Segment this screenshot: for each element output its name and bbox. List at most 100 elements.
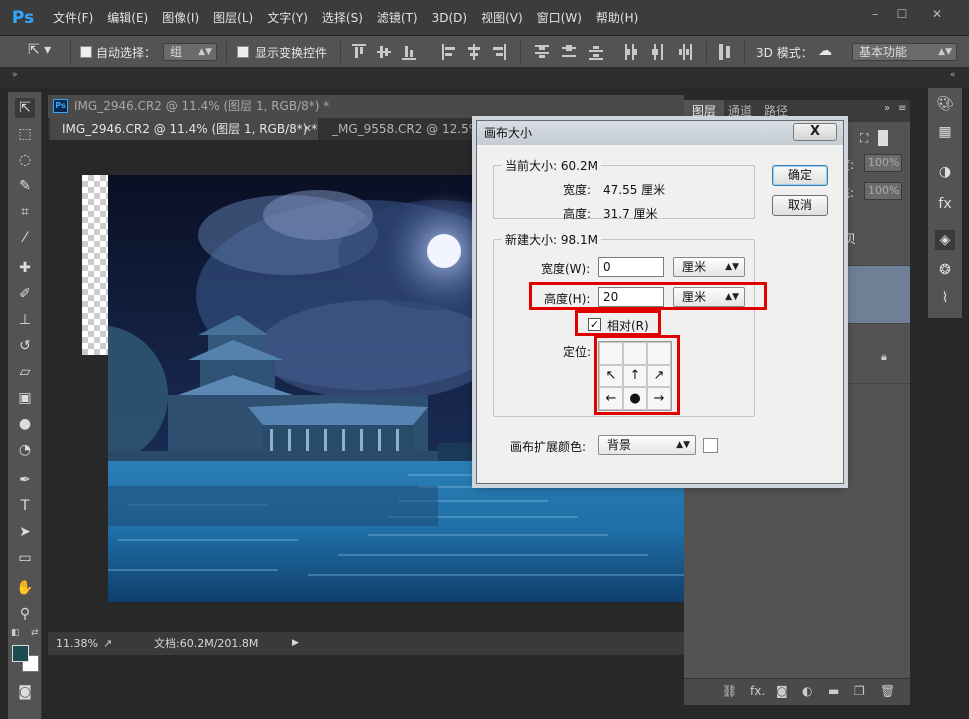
menu-3d[interactable]: 3D(D) — [425, 0, 474, 36]
workspace-dropdown[interactable]: 基本功能 ▲▼ — [852, 43, 957, 61]
auto-select-checkbox[interactable] — [80, 46, 92, 58]
status-menu-arrow-icon[interactable]: ▶ — [292, 632, 299, 655]
collapse-panel-icon[interactable]: « — [950, 70, 956, 80]
show-transform-checkbox[interactable] — [237, 46, 249, 58]
delete-layer-icon[interactable]: 🗑︎ — [880, 684, 895, 698]
stamp-tool-icon[interactable]: ⊥ — [15, 310, 35, 330]
distribute-left-icon[interactable] — [624, 44, 638, 60]
swap-colors-icon[interactable]: ⇄ — [31, 628, 39, 638]
dodge-tool-icon[interactable]: ◔ — [15, 440, 35, 460]
color-palette-icon[interactable]: 🎨︎ — [935, 94, 955, 114]
align-bottom-icon[interactable] — [402, 44, 416, 60]
dialog-titlebar[interactable]: 画布大小 X — [477, 121, 843, 145]
distribute-right-icon[interactable] — [678, 44, 692, 60]
blur-tool-icon[interactable]: ● — [15, 414, 35, 434]
anchor-top-left[interactable] — [599, 342, 623, 365]
menu-filter[interactable]: 滤镜(T) — [370, 0, 425, 36]
anchor-bottom-right[interactable]: → — [647, 387, 671, 410]
add-mask-icon[interactable]: ◙ — [776, 684, 788, 698]
width-input[interactable]: 0 — [598, 257, 664, 277]
new-group-icon[interactable]: ▬ — [828, 684, 839, 698]
distribute-vcenter-icon[interactable] — [562, 44, 576, 60]
opacity-input[interactable]: 100% — [864, 154, 902, 172]
hand-tool-icon[interactable]: ✋ — [15, 578, 35, 598]
anchor-middle-left[interactable]: ↖ — [599, 364, 623, 388]
move-tool-preset-icon[interactable]: ⇱ ▾ — [28, 42, 51, 58]
align-top-icon[interactable] — [352, 44, 366, 60]
tab-img-2946[interactable]: IMG_2946.CR2 @ 11.4% (图层 1, RGB/8*) * ✕ — [50, 118, 318, 140]
adjustments-icon[interactable]: ◑ — [935, 162, 955, 182]
new-layer-icon[interactable]: ❐ — [854, 684, 865, 698]
quick-select-tool-icon[interactable]: ✎ — [15, 176, 35, 196]
align-right-icon[interactable] — [492, 44, 506, 60]
zoom-tool-icon[interactable]: ⚲ — [15, 604, 35, 624]
quick-mask-icon[interactable]: ◙ — [15, 682, 35, 702]
auto-select-dropdown[interactable]: 组 ▲▼ — [163, 43, 217, 61]
path-select-tool-icon[interactable]: ➤ — [15, 522, 35, 542]
layers-icon[interactable]: ◈ — [935, 230, 955, 250]
expand-panel-icon[interactable]: » — [12, 70, 18, 80]
align-left-icon[interactable] — [442, 44, 456, 60]
tab-channels[interactable]: 通道 — [720, 100, 760, 122]
history-brush-tool-icon[interactable]: ↺ — [15, 336, 35, 356]
maximize-button[interactable]: ☐ — [889, 6, 915, 22]
align-hcenter-icon[interactable] — [467, 44, 481, 60]
menu-view[interactable]: 视图(V) — [474, 0, 530, 36]
foreground-color-swatch[interactable] — [12, 645, 29, 662]
dialog-close-button[interactable]: X — [793, 123, 837, 141]
anchor-bottom-center[interactable]: ● — [623, 387, 647, 410]
menu-edit[interactable]: 编辑(E) — [100, 0, 155, 36]
type-tool-icon[interactable]: T — [15, 496, 35, 516]
swatches-icon[interactable]: ▦ — [935, 122, 955, 142]
gradient-tool-icon[interactable]: ▣ — [15, 388, 35, 408]
menu-select[interactable]: 选择(S) — [315, 0, 370, 36]
distribute-hcenter-icon[interactable] — [651, 44, 665, 60]
lasso-tool-icon[interactable]: ◌ — [15, 150, 35, 170]
menu-window[interactable]: 窗口(W) — [530, 0, 589, 36]
crop-tool-icon[interactable]: ⌗ — [15, 202, 35, 222]
cancel-button[interactable]: 取消 — [772, 195, 828, 216]
anchor-middle-right[interactable]: ↗ — [647, 364, 671, 388]
close-icon[interactable]: ✕ — [303, 118, 312, 140]
fill-input[interactable]: 100% — [864, 182, 902, 200]
anchor-middle-center[interactable]: ↑ — [623, 364, 647, 388]
adjustment-layer-icon[interactable]: ◐ — [802, 684, 812, 698]
marquee-tool-icon[interactable]: ⬚ — [15, 124, 35, 144]
distribute-top-icon[interactable] — [535, 44, 549, 60]
tab-mg-9558[interactable]: _MG_9558.CR2 @ 12.5%(R — [320, 118, 500, 140]
minimize-button[interactable]: – — [862, 6, 888, 22]
paths-icon[interactable]: ⌇ — [935, 288, 955, 308]
eyedropper-tool-icon[interactable]: ⁄ — [15, 228, 35, 248]
height-input[interactable]: 20 — [598, 287, 664, 307]
menu-type[interactable]: 文字(Y) — [260, 0, 315, 36]
anchor-top-center[interactable] — [623, 342, 647, 365]
close-window-button[interactable]: ✕ — [924, 6, 950, 22]
filter-switch-icon[interactable] — [878, 130, 888, 146]
width-unit-select[interactable]: 厘米 ▲▼ — [673, 257, 745, 277]
anchor-bottom-left[interactable]: ← — [599, 387, 623, 410]
menu-image[interactable]: 图像(I) — [155, 0, 206, 36]
move-tool-icon[interactable]: ⇱ — [15, 98, 35, 118]
brush-tool-icon[interactable]: ✐ — [15, 284, 35, 304]
align-vcenter-icon[interactable] — [377, 44, 391, 60]
anchor-top-right[interactable] — [647, 342, 671, 365]
auto-align-icon[interactable] — [718, 44, 732, 60]
shape-tool-icon[interactable]: ▭ — [15, 548, 35, 568]
panel-menu-icon[interactable]: » — [884, 103, 890, 114]
export-icon[interactable]: ↗ — [103, 632, 112, 655]
tab-layers[interactable]: 图层 — [684, 100, 725, 122]
menu-file[interactable]: 文件(F) — [46, 0, 100, 36]
link-layers-icon[interactable]: ⛓ — [722, 684, 737, 698]
menu-help[interactable]: 帮助(H) — [589, 0, 645, 36]
tab-paths[interactable]: 路径 — [756, 100, 796, 122]
relative-checkbox[interactable]: ✓ — [588, 318, 601, 331]
fx-icon[interactable]: fx. — [750, 684, 765, 698]
height-unit-select[interactable]: 厘米 ▲▼ — [673, 287, 745, 307]
default-colors-icon[interactable]: ◧ — [11, 628, 20, 638]
panel-options-icon[interactable]: ≡ — [898, 103, 906, 114]
zoom-level[interactable]: 11.38% — [56, 632, 98, 655]
document-titlebar[interactable]: Ps IMG_2946.CR2 @ 11.4% (图层 1, RGB/8*) * — [48, 95, 684, 118]
filter-toggle-icon[interactable]: ⛶ — [860, 131, 868, 146]
menu-layer[interactable]: 图层(L) — [206, 0, 260, 36]
pen-tool-icon[interactable]: ✒ — [15, 470, 35, 490]
